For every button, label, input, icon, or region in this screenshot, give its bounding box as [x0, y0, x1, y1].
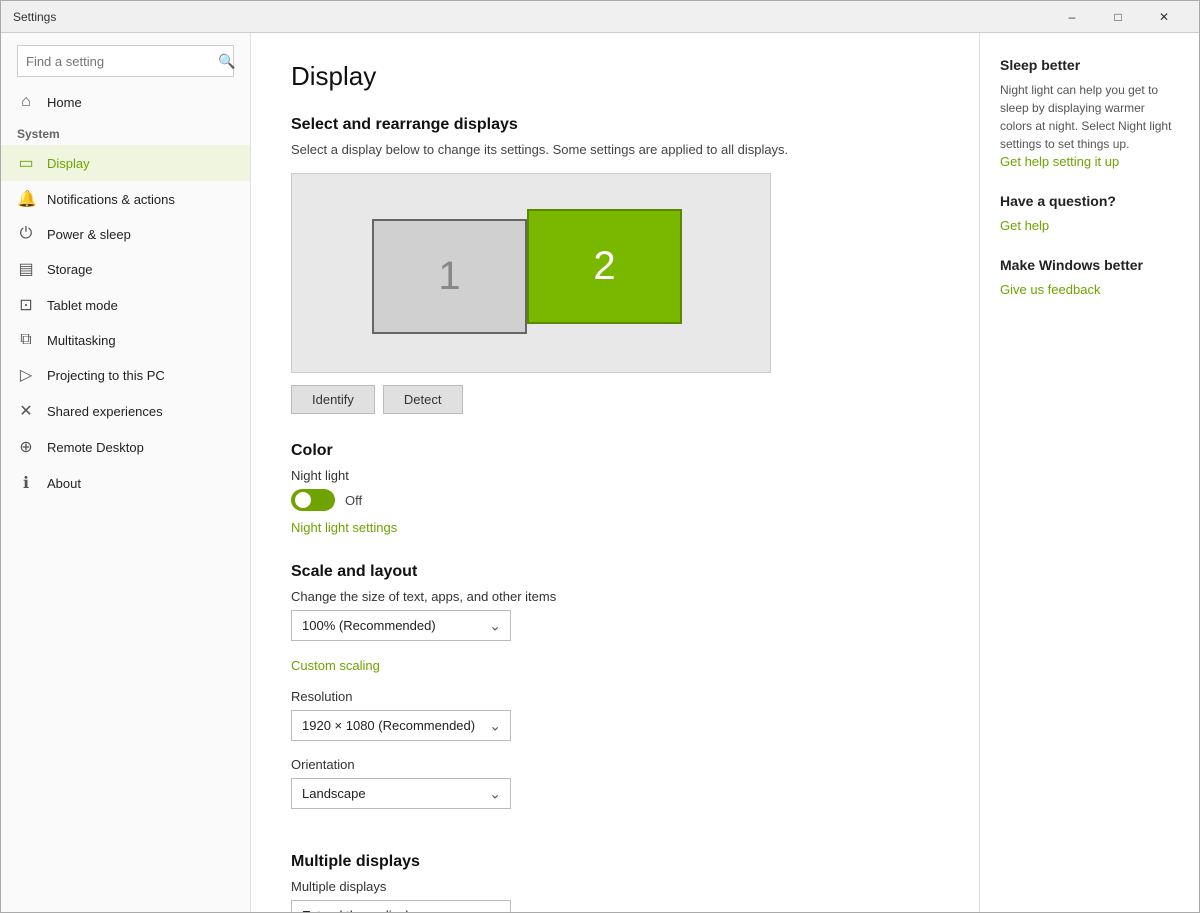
scale-select-wrap: 100% (Recommended) 125% 150% 175% 200% [291, 610, 511, 641]
sidebar-item-multitasking[interactable]: ⧉ Multitasking [1, 323, 250, 357]
sidebar-item-power[interactable]: ⏻ Power & sleep [1, 217, 250, 251]
search-input[interactable] [18, 54, 210, 69]
sidebar-item-display[interactable]: ▭ Display [1, 145, 250, 181]
sidebar-item-label: Notifications & actions [47, 192, 175, 207]
sidebar-item-shared-experiences[interactable]: ✕ Shared experiences [1, 393, 250, 429]
projecting-icon: ▷ [17, 365, 35, 385]
sidebar-item-label: Multitasking [47, 333, 116, 348]
multiple-displays-select[interactable]: Extend these displays Duplicate these di… [291, 900, 511, 912]
tablet-icon: ⊡ [17, 295, 35, 315]
section-multiple-displays: Multiple displays Multiple displays Exte… [291, 853, 939, 912]
about-icon: ℹ [17, 473, 35, 493]
sidebar-item-home[interactable]: ⌂ Home [1, 85, 250, 119]
search-box[interactable]: 🔍 [17, 45, 234, 77]
sidebar-item-label: Display [47, 156, 90, 171]
sidebar-item-notifications[interactable]: 🔔 Notifications & actions [1, 181, 250, 217]
minimize-button[interactable]: – [1049, 1, 1095, 33]
sidebar-item-storage[interactable]: ▤ Storage [1, 251, 250, 287]
display-preview[interactable]: 1 2 [291, 173, 771, 373]
section-color: Color Night light Off Night light settin… [291, 442, 939, 535]
night-light-state: Off [345, 493, 362, 508]
sleep-heading: Sleep better [1000, 57, 1179, 73]
sidebar-section-label: System [1, 119, 250, 145]
close-button[interactable]: ✕ [1141, 1, 1187, 33]
get-help-link[interactable]: Get help [1000, 218, 1049, 233]
maximize-button[interactable]: □ [1095, 1, 1141, 33]
scale-heading: Scale and layout [291, 563, 939, 581]
resolution-label: Resolution [291, 689, 939, 704]
sidebar-item-label: Power & sleep [47, 227, 131, 242]
color-heading: Color [291, 442, 939, 460]
question-heading: Have a question? [1000, 193, 1179, 209]
right-panel: Sleep better Night light can help you ge… [979, 33, 1199, 912]
multiple-displays-label: Multiple displays [291, 879, 939, 894]
sleep-body: Night light can help you get to sleep by… [1000, 81, 1179, 153]
rearrange-heading: Select and rearrange displays [291, 116, 939, 134]
sidebar-item-label: About [47, 476, 81, 491]
orientation-select-wrap: Landscape Portrait Landscape (flipped) P… [291, 778, 511, 809]
identify-button[interactable]: Identify [291, 385, 375, 414]
multiple-displays-heading: Multiple displays [291, 853, 939, 871]
night-light-toggle-row: Off [291, 489, 939, 511]
scale-select[interactable]: 100% (Recommended) 125% 150% 175% 200% [291, 610, 511, 641]
multitasking-icon: ⧉ [17, 331, 35, 349]
sidebar-item-projecting[interactable]: ▷ Projecting to this PC [1, 357, 250, 393]
settings-window: Settings – □ ✕ 🔍 ⌂ Home System ▭ Display [0, 0, 1200, 913]
titlebar: Settings – □ ✕ [1, 1, 1199, 33]
home-icon: ⌂ [17, 93, 35, 111]
section-rearrange: Select and rearrange displays Select a d… [291, 116, 939, 414]
display-icon: ▭ [17, 153, 35, 173]
search-icon: 🔍 [210, 53, 243, 70]
right-panel-feedback: Make Windows better Give us feedback [1000, 257, 1179, 297]
display-action-buttons: Identify Detect [291, 385, 939, 414]
sidebar-item-label: Home [47, 95, 82, 110]
sidebar-item-label: Remote Desktop [47, 440, 144, 455]
page-title: Display [291, 61, 939, 92]
multiple-displays-select-wrap: Extend these displays Duplicate these di… [291, 900, 511, 912]
window-title: Settings [13, 10, 1049, 24]
night-light-settings-link[interactable]: Night light settings [291, 520, 397, 535]
right-panel-question: Have a question? Get help [1000, 193, 1179, 233]
custom-scaling-link[interactable]: Custom scaling [291, 658, 380, 673]
shared-icon: ✕ [17, 401, 35, 421]
feedback-heading: Make Windows better [1000, 257, 1179, 273]
monitor-2[interactable]: 2 [527, 209, 682, 324]
power-icon: ⏻ [17, 225, 35, 243]
sidebar-item-label: Tablet mode [47, 298, 118, 313]
get-help-setting-link[interactable]: Get help setting it up [1000, 154, 1119, 169]
main-content: 🔍 ⌂ Home System ▭ Display 🔔 Notification… [1, 33, 1199, 912]
night-light-toggle[interactable] [291, 489, 335, 511]
sidebar: 🔍 ⌂ Home System ▭ Display 🔔 Notification… [1, 33, 251, 912]
monitor-1[interactable]: 1 [372, 219, 527, 334]
main-panel: Display Select and rearrange displays Se… [251, 33, 979, 912]
detect-button[interactable]: Detect [383, 385, 463, 414]
resolution-select-wrap: 1920 × 1080 (Recommended) 1280 × 1024 10… [291, 710, 511, 741]
notifications-icon: 🔔 [17, 189, 35, 209]
section-scale: Scale and layout Change the size of text… [291, 563, 939, 825]
night-light-label: Night light [291, 468, 939, 483]
sidebar-item-remote-desktop[interactable]: ⊕ Remote Desktop [1, 429, 250, 465]
sidebar-item-label: Storage [47, 262, 93, 277]
sidebar-item-label: Shared experiences [47, 404, 163, 419]
orientation-select[interactable]: Landscape Portrait Landscape (flipped) P… [291, 778, 511, 809]
resolution-select[interactable]: 1920 × 1080 (Recommended) 1280 × 1024 10… [291, 710, 511, 741]
rearrange-desc: Select a display below to change its set… [291, 142, 939, 157]
toggle-knob [295, 492, 311, 508]
feedback-link[interactable]: Give us feedback [1000, 282, 1100, 297]
orientation-label: Orientation [291, 757, 939, 772]
storage-icon: ▤ [17, 259, 35, 279]
window-controls: – □ ✕ [1049, 1, 1187, 33]
right-panel-sleep: Sleep better Night light can help you ge… [1000, 57, 1179, 169]
scale-desc: Change the size of text, apps, and other… [291, 589, 939, 604]
sidebar-item-about[interactable]: ℹ About [1, 465, 250, 501]
sidebar-item-tablet[interactable]: ⊡ Tablet mode [1, 287, 250, 323]
remote-icon: ⊕ [17, 437, 35, 457]
sidebar-item-label: Projecting to this PC [47, 368, 165, 383]
